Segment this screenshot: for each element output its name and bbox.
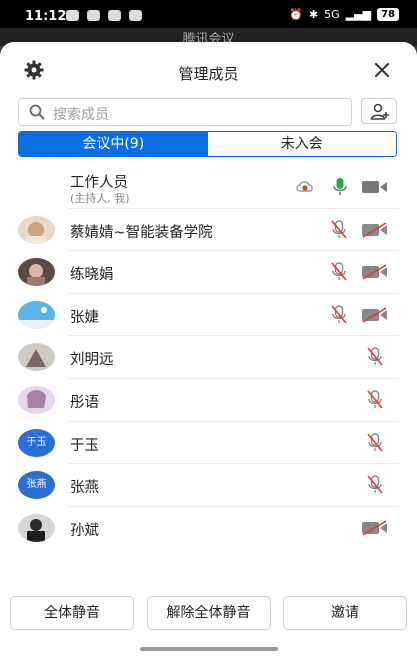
mic-muted-icon[interactable] [331,305,347,325]
status-time: 11:12 [25,9,67,24]
video-off-icon[interactable] [361,307,388,323]
signal-label: 5G [324,8,340,21]
search-input[interactable]: 搜索成员 [18,98,352,126]
mic-muted-icon[interactable] [367,475,383,495]
member-tabs: 会议中(9) 未入会 [18,131,397,157]
mic-muted-icon[interactable] [367,390,383,410]
list-item[interactable]: 孙斌 [0,507,417,550]
add-member-button[interactable] [361,98,397,124]
member-list: 工作人员 (主持人, 我) 蔡婧婧~智能装备学院 练晓娟 张婕 刘明远 彤语 于… [0,166,417,549]
video-off-icon[interactable] [361,264,388,280]
member-name: 工作人员 [70,175,128,191]
mic-muted-icon[interactable] [331,219,347,240]
mute-all-button[interactable]: 全体静音 [10,596,134,630]
bluetooth-icon: ✱ [308,8,319,21]
tab-in-meeting[interactable]: 会议中(9) [19,132,208,156]
mic-muted-icon[interactable] [367,347,383,367]
add-user-icon [370,103,389,120]
member-name: 张婕 [70,309,99,326]
member-role: (主持人, 我) [70,192,130,205]
bottom-actions: 全体静音 解除全体静音 邀请 [10,596,407,632]
list-item[interactable]: 工作人员 (主持人, 我) [0,166,417,209]
cloud-record-icon[interactable] [295,178,315,194]
list-item[interactable]: 张燕 张燕 [0,464,417,507]
member-name: 孙斌 [70,522,99,539]
list-item[interactable]: 刘明远 [0,336,417,379]
member-name: 刘明远 [70,352,114,369]
sheet-header: 管理成员 [0,42,417,100]
list-item[interactable]: 练晓娟 [0,251,417,294]
battery-level: 78 [377,8,399,21]
unmute-all-button[interactable]: 解除全体静音 [146,596,271,630]
status-right: ⏰ ✱ 5G ▂▄▆ 78 [289,8,399,21]
list-item[interactable]: 蔡婧婧~智能装备学院 [0,209,417,252]
video-icon[interactable] [361,179,388,195]
member-name: 张燕 [70,480,99,497]
manage-members-sheet: 管理成员 搜索成员 会议中(9) 未入会 工作人员 (主持人, 我) 蔡婧婧~智… [0,42,417,659]
avatar: 于玉 [18,428,55,457]
video-off-icon[interactable] [361,520,388,536]
wechat-icon [66,10,79,21]
app-icon [87,10,100,21]
avatar: 张燕 [18,471,55,500]
search-icon [29,104,45,120]
member-name: 彤语 [70,394,99,411]
app-icon [108,10,121,21]
list-item[interactable]: 张婕 [0,294,417,337]
avatar [18,343,55,372]
avatar [18,385,55,414]
member-name: 蔡婧婧~智能装备学院 [70,224,213,241]
avatar [18,258,55,287]
mic-muted-icon[interactable] [331,262,347,282]
search-placeholder: 搜索成员 [53,107,109,123]
mic-muted-icon[interactable] [367,432,383,453]
alarm-icon: ⏰ [289,8,303,21]
video-off-icon[interactable] [361,221,388,238]
notification-icons [66,10,142,21]
tab-not-joined[interactable]: 未入会 [207,132,396,156]
avatar [18,215,55,244]
member-name: 于玉 [70,437,99,454]
home-indicator[interactable] [140,647,278,651]
member-name: 练晓娟 [70,267,114,284]
page-title: 管理成员 [178,65,239,83]
avatar [18,300,55,329]
app-icon [129,10,142,21]
avatar [18,513,55,542]
invite-button[interactable]: 邀请 [283,596,407,630]
mic-on-icon[interactable] [333,177,347,197]
list-item[interactable]: 于玉 于玉 [0,422,417,465]
list-item[interactable]: 彤语 [0,379,417,422]
close-icon[interactable] [373,61,391,79]
signal-icon: ▂▄▆ [345,8,372,21]
